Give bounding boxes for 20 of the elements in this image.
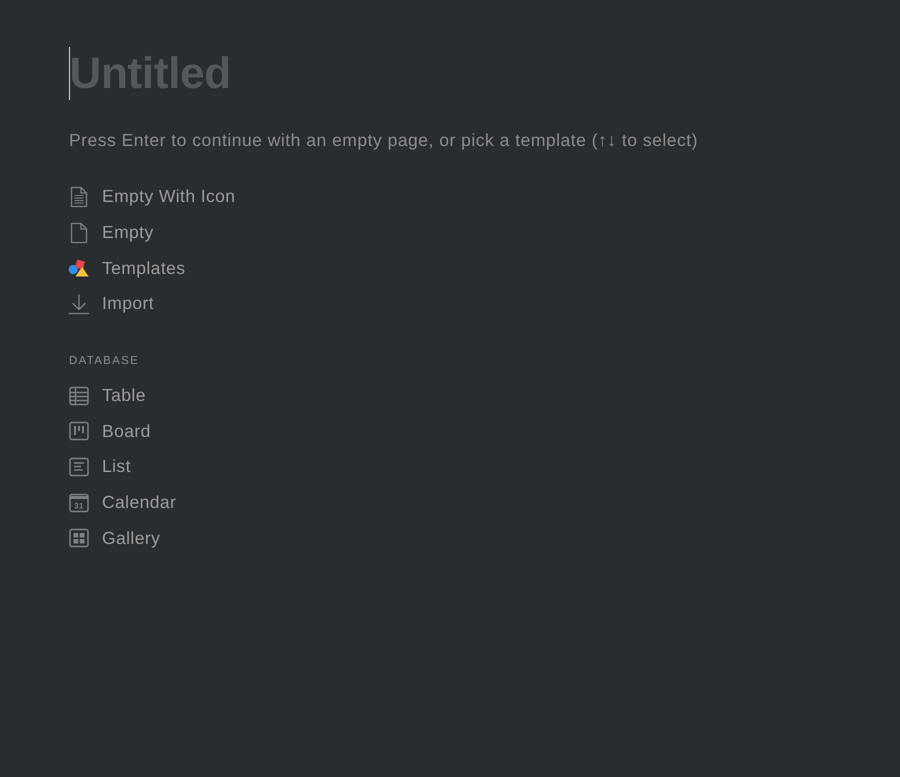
section-heading: DATABASE: [69, 354, 140, 369]
menu-item[interactable]: Board: [69, 413, 151, 450]
menu-item[interactable]: Templates: [69, 250, 186, 286]
menu-item[interactable]: Import: [69, 286, 154, 322]
menu-item[interactable]: Gallery: [69, 520, 160, 556]
menu-item[interactable]: List: [69, 449, 131, 485]
hint-text: Press Enter to continue with an empty page, or pick a template (↑↓ to select): [69, 129, 699, 152]
list-icon: [69, 456, 89, 477]
download-arrow-icon: [68, 292, 90, 315]
table-icon: [69, 386, 89, 406]
calendar-icon: 31: [69, 492, 89, 513]
menu-item[interactable]: Table: [69, 378, 146, 414]
board-icon: [69, 421, 89, 442]
gallery-icon: [69, 528, 89, 548]
document-icon: [69, 222, 89, 244]
document-lines-icon: [69, 186, 89, 208]
menu-item[interactable]: Empty: [69, 214, 154, 250]
shapes-icon: [68, 259, 90, 278]
menu-item[interactable]: Empty With Icon: [69, 179, 236, 215]
menu-item[interactable]: 31 Calendar: [69, 484, 176, 520]
